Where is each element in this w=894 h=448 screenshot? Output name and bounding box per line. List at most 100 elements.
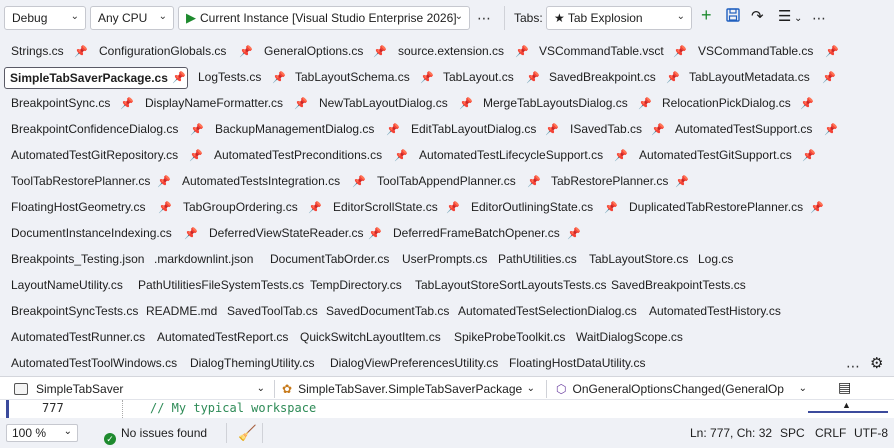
tab[interactable]: FloatingHostGeometry.cs: [8, 197, 146, 219]
tab[interactable]: LayoutNameUtility.cs: [8, 275, 123, 297]
tab[interactable]: AutomatedTestHistory.cs: [646, 301, 781, 323]
tab[interactable]: ISavedTab.cs: [567, 119, 642, 141]
pin-icon[interactable]: 📌: [673, 45, 687, 58]
tab[interactable]: TabLayoutStore.cs: [586, 249, 688, 271]
tab[interactable]: Log.cs: [695, 249, 733, 271]
tab[interactable]: BackupManagementDialog.cs: [212, 119, 374, 141]
tab-active[interactable]: SimpleTabSaverPackage.cs: [4, 67, 188, 89]
scroll-up-icon[interactable]: ▲: [842, 400, 851, 410]
tab[interactable]: RelocationPickDialog.cs: [659, 93, 791, 115]
pin-icon[interactable]: 📌: [446, 201, 460, 214]
type-dropdown[interactable]: ✿ SimpleTabSaver.SimpleTabSaverPackage ⌄: [282, 379, 538, 399]
tab[interactable]: SavedBreakpointTests.cs: [608, 275, 746, 297]
pin-icon[interactable]: 📌: [545, 123, 559, 136]
pin-icon[interactable]: 📌: [368, 227, 382, 240]
pin-icon[interactable]: 📌: [74, 45, 88, 58]
tab[interactable]: AutomatedTestsIntegration.cs: [179, 171, 340, 193]
scroll-indicator[interactable]: [808, 411, 888, 413]
tab[interactable]: EditorScrollState.cs: [330, 197, 438, 219]
menu-icon[interactable]: ☰: [778, 8, 791, 26]
tab[interactable]: AutomatedTestToolWindows.cs: [8, 353, 177, 375]
tab[interactable]: ToolTabAppendPlanner.cs: [374, 171, 516, 193]
pin-icon[interactable]: 📌: [638, 97, 652, 110]
pin-icon[interactable]: 📌: [675, 175, 689, 188]
whitespace-mode[interactable]: SPC: [780, 426, 805, 440]
tab[interactable]: TempDirectory.cs: [307, 275, 402, 297]
tab[interactable]: QuickSwitchLayoutItem.cs: [297, 327, 441, 349]
tab[interactable]: DisplayNameFormatter.cs: [142, 93, 283, 115]
pin-icon[interactable]: 📌: [526, 71, 540, 84]
pin-icon[interactable]: 📌: [824, 123, 838, 136]
add-icon[interactable]: +: [701, 6, 712, 24]
tab[interactable]: TabLayoutMetadata.cs: [686, 67, 810, 89]
tab[interactable]: AutomatedTestGitSupport.cs: [636, 145, 792, 167]
pin-icon[interactable]: 📌: [172, 71, 186, 84]
pin-icon[interactable]: 📌: [157, 175, 171, 188]
tab[interactable]: DeferredViewStateReader.cs: [206, 223, 364, 245]
tab[interactable]: TabGroupOrdering.cs: [180, 197, 298, 219]
code-editor[interactable]: 777 // My typical workspace ▲: [0, 400, 894, 418]
tab[interactable]: VSCommandTable.vsct: [536, 41, 664, 63]
tab[interactable]: DuplicatedTabRestorePlanner.cs: [626, 197, 803, 219]
pin-icon[interactable]: 📌: [120, 97, 134, 110]
tab[interactable]: FloatingHostDataUtility.cs: [506, 353, 646, 375]
tab[interactable]: TabLayout.cs: [440, 67, 514, 89]
tab[interactable]: UserPrompts.cs: [399, 249, 487, 271]
pin-icon[interactable]: 📌: [189, 149, 203, 162]
tab[interactable]: .markdownlint.json: [151, 249, 253, 271]
pin-icon[interactable]: 📌: [822, 71, 836, 84]
tab[interactable]: DocumentTabOrder.cs: [267, 249, 389, 271]
tab[interactable]: DialogViewPreferencesUtility.cs: [327, 353, 498, 375]
share-icon[interactable]: ↷: [751, 8, 764, 26]
tab[interactable]: BreakpointConfidenceDialog.cs: [8, 119, 178, 141]
tab[interactable]: AutomatedTestLifecycleSupport.cs: [416, 145, 603, 167]
tab[interactable]: Strings.cs: [8, 41, 64, 63]
tab[interactable]: README.md: [143, 301, 217, 323]
tab[interactable]: EditorOutliningState.cs: [468, 197, 593, 219]
tab[interactable]: DialogThemingUtility.cs: [187, 353, 314, 375]
tab[interactable]: WaitDialogScope.cs: [573, 327, 683, 349]
broom-icon[interactable]: 🧹: [238, 424, 257, 442]
pin-icon[interactable]: 📌: [394, 149, 408, 162]
tab[interactable]: PathUtilities.cs: [495, 249, 577, 271]
tab[interactable]: MergeTabLayoutsDialog.cs: [480, 93, 628, 115]
tab[interactable]: SavedDocumentTab.cs: [323, 301, 449, 323]
more-tabs-icon[interactable]: ⋯: [846, 358, 861, 375]
member-dropdown[interactable]: ⬡ OnGeneralOptionsChanged(GeneralOp ⌄: [556, 379, 810, 399]
tab[interactable]: VSCommandTable.cs: [695, 41, 813, 63]
pin-icon[interactable]: 📌: [515, 45, 529, 58]
run-target-dropdown[interactable]: ▶ Current Instance [Visual Studio Enterp…: [178, 6, 470, 30]
tab[interactable]: SavedToolTab.cs: [224, 301, 318, 323]
file-encoding[interactable]: UTF-8: [854, 426, 888, 440]
gear-icon[interactable]: ⚙: [870, 354, 883, 372]
tab[interactable]: DeferredFrameBatchOpener.cs: [390, 223, 560, 245]
tab[interactable]: ToolTabRestorePlanner.cs: [8, 171, 150, 193]
pin-icon[interactable]: 📌: [800, 97, 814, 110]
pin-icon[interactable]: 📌: [527, 175, 541, 188]
pin-icon[interactable]: 📌: [459, 97, 473, 110]
tab[interactable]: AutomatedTestPreconditions.cs: [211, 145, 382, 167]
pin-icon[interactable]: 📌: [294, 97, 308, 110]
tab[interactable]: AutomatedTestReport.cs: [154, 327, 288, 349]
tab[interactable]: GeneralOptions.cs: [261, 41, 363, 63]
tab[interactable]: AutomatedTestSupport.cs: [672, 119, 812, 141]
pin-icon[interactable]: 📌: [614, 149, 628, 162]
tab[interactable]: EditTabLayoutDialog.cs: [408, 119, 536, 141]
tab[interactable]: AutomatedTestRunner.cs: [8, 327, 145, 349]
pin-icon[interactable]: 📌: [604, 201, 618, 214]
tab[interactable]: DocumentInstanceIndexing.cs: [8, 223, 172, 245]
pin-icon[interactable]: 📌: [272, 71, 286, 84]
zoom-dropdown[interactable]: 100 % ⌄: [6, 424, 78, 442]
tab[interactable]: PathUtilitiesFileSystemTests.cs: [135, 275, 304, 297]
platform-dropdown[interactable]: Any CPU ⌄: [90, 6, 174, 30]
tab[interactable]: ConfigurationGlobals.cs: [96, 41, 226, 63]
tab[interactable]: SavedBreakpoint.cs: [546, 67, 656, 89]
tab[interactable]: AutomatedTestGitRepository.cs: [8, 145, 178, 167]
pin-icon[interactable]: 📌: [184, 227, 198, 240]
tab[interactable]: NewTabLayoutDialog.cs: [316, 93, 448, 115]
cursor-position[interactable]: Ln: 777, Ch: 32: [690, 426, 772, 440]
tab[interactable]: TabRestorePlanner.cs: [548, 171, 668, 193]
pin-icon[interactable]: 📌: [666, 71, 680, 84]
tab[interactable]: BreakpointSyncTests.cs: [8, 301, 138, 323]
save-icon[interactable]: [726, 8, 740, 27]
